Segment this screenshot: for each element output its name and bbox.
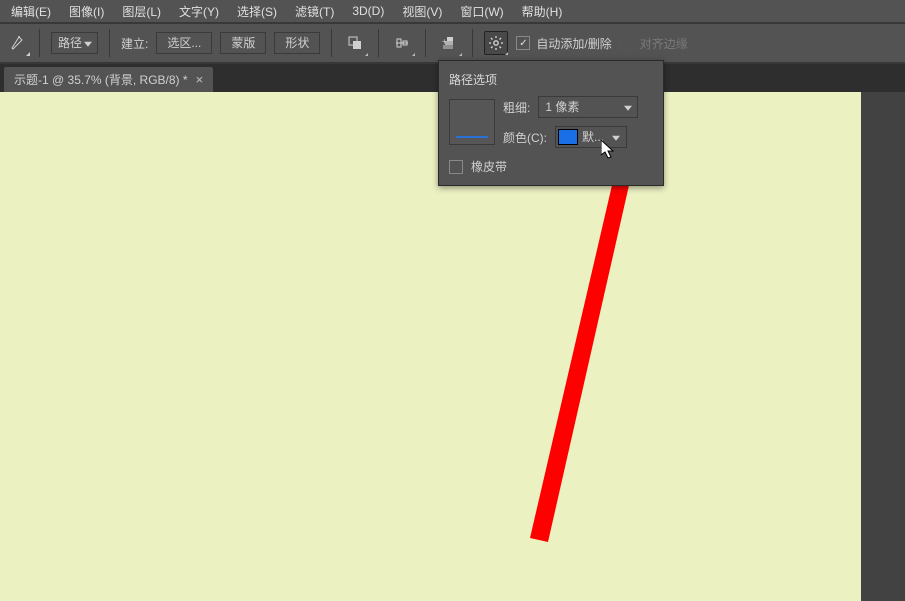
menu-3d[interactable]: 3D(D): [343, 4, 393, 18]
path-options-popover: 路径选项 粗细: 1 像素 颜色(C): 默... 橡皮带: [438, 60, 664, 186]
canvas[interactable]: [0, 92, 861, 601]
auto-add-remove-checkbox[interactable]: ✓ 自动添加/删除: [516, 35, 611, 52]
menu-window[interactable]: 窗口(W): [451, 3, 512, 20]
path-preview-swatch[interactable]: [449, 99, 495, 145]
options-bar: 路径 建立: 选区... 蒙版 形状 + ✓ 自动添加/删除 对齐边缘: [0, 24, 905, 62]
close-icon[interactable]: ×: [196, 72, 204, 87]
menu-help[interactable]: 帮助(H): [513, 3, 572, 20]
check-box-empty-icon: [620, 36, 634, 50]
canvas-area[interactable]: [0, 92, 861, 601]
menubar: 编辑(E) 图像(I) 图层(L) 文字(Y) 选择(S) 滤镜(T) 3D(D…: [0, 0, 905, 22]
right-dock[interactable]: [861, 92, 905, 601]
popover-title: 路径选项: [449, 71, 653, 88]
color-label: 颜色(C):: [503, 129, 547, 146]
make-shape-button[interactable]: 形状: [274, 32, 320, 54]
color-select[interactable]: 默...: [555, 126, 627, 148]
menu-filter[interactable]: 滤镜(T): [286, 3, 343, 20]
build-label: 建立:: [121, 35, 148, 52]
menu-image[interactable]: 图像(I): [60, 3, 113, 20]
gear-icon[interactable]: [484, 31, 508, 55]
check-box-empty-icon: [449, 160, 463, 174]
svg-text:+: +: [442, 37, 447, 46]
thickness-select[interactable]: 1 像素: [538, 96, 638, 118]
path-operations-icon[interactable]: [343, 31, 367, 55]
color-chip: [558, 129, 578, 145]
rubber-band-checkbox[interactable]: 橡皮带: [449, 158, 653, 175]
path-arrangement-icon[interactable]: +: [437, 31, 461, 55]
pen-tool-icon[interactable]: [6, 32, 28, 54]
align-edges-checkbox: 对齐边缘: [620, 35, 688, 52]
auto-add-remove-label: 自动添加/删除: [536, 35, 611, 52]
menu-select[interactable]: 选择(S): [228, 3, 286, 20]
menu-view[interactable]: 视图(V): [393, 3, 451, 20]
make-mask-button[interactable]: 蒙版: [220, 32, 266, 54]
menu-edit[interactable]: 编辑(E): [2, 3, 60, 20]
align-edges-label: 对齐边缘: [640, 35, 688, 52]
document-tab-label: 示题-1 @ 35.7% (背景, RGB/8) *: [14, 71, 188, 88]
document-tab[interactable]: 示题-1 @ 35.7% (背景, RGB/8) * ×: [4, 67, 213, 92]
tool-mode-select[interactable]: 路径: [51, 32, 98, 54]
menu-layer[interactable]: 图层(L): [113, 3, 170, 20]
menu-type[interactable]: 文字(Y): [170, 3, 228, 20]
path-alignment-icon[interactable]: [390, 31, 414, 55]
check-icon: ✓: [516, 36, 530, 50]
make-selection-button[interactable]: 选区...: [156, 32, 212, 54]
thickness-label: 粗细:: [503, 99, 530, 116]
rubber-band-label: 橡皮带: [471, 158, 507, 175]
